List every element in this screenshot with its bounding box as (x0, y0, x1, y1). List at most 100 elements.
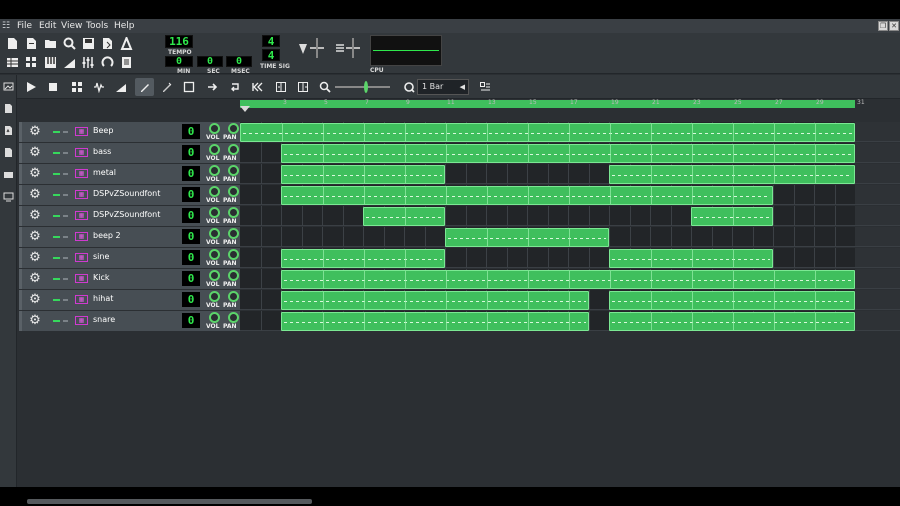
instrument-icon[interactable]: ▦ (75, 190, 88, 199)
track-header[interactable]: ⚙ ▦ Kick 0 VOL PAN (19, 269, 241, 289)
root-directory-icon[interactable] (3, 191, 14, 202)
pan-knob[interactable] (228, 123, 239, 134)
track-lane-empty[interactable] (855, 248, 900, 268)
solo-toggle[interactable] (63, 215, 68, 217)
timesig-denominator[interactable]: 4 (262, 49, 280, 61)
pan-knob[interactable] (228, 249, 239, 260)
pan-knob[interactable] (228, 291, 239, 302)
menu-edit[interactable]: Edit (39, 20, 56, 32)
export-project-icon[interactable] (99, 35, 116, 52)
save-project-icon[interactable] (80, 35, 97, 52)
solo-toggle[interactable] (63, 152, 68, 154)
track-lane-empty[interactable] (855, 227, 900, 247)
horizontal-scrollbar[interactable] (27, 499, 312, 504)
pan-knob[interactable] (228, 312, 239, 323)
gear-icon[interactable]: ⚙ (28, 293, 42, 307)
track-lane[interactable] (240, 290, 855, 310)
track-grip-handle[interactable] (19, 290, 22, 310)
pan-knob[interactable] (228, 207, 239, 218)
solo-toggle[interactable] (63, 194, 68, 196)
track-lane-empty[interactable] (855, 311, 900, 331)
controller-rack-icon[interactable] (99, 54, 116, 71)
track-name[interactable]: beep 2 (93, 231, 121, 240)
track-header[interactable]: ⚙ ▦ bass 0 VOL PAN (19, 143, 241, 163)
instrument-icon[interactable]: ▦ (75, 232, 88, 241)
pattern-clip[interactable] (281, 249, 445, 268)
volume-knob[interactable] (209, 249, 220, 260)
track-header[interactable]: ⚙ ▦ beep 2 0 VOL PAN (19, 227, 241, 247)
pattern-clip[interactable] (281, 291, 589, 310)
pattern-clip[interactable] (609, 249, 773, 268)
volume-knob[interactable] (209, 186, 220, 197)
track-grip-handle[interactable] (19, 143, 22, 163)
volume-knob[interactable] (209, 207, 220, 218)
new-from-template-icon[interactable] (23, 35, 40, 52)
snap-size-select[interactable]: 1 Bar ◀ (417, 79, 469, 95)
solo-toggle[interactable] (63, 320, 68, 322)
pattern-clip[interactable] (281, 186, 773, 205)
mute-toggle[interactable] (53, 194, 60, 196)
solo-toggle[interactable] (63, 173, 68, 175)
instrument-icon[interactable]: ▦ (75, 127, 88, 136)
gear-icon[interactable]: ⚙ (28, 209, 42, 223)
zoom-slider-knob[interactable] (364, 81, 368, 93)
mute-toggle[interactable] (53, 278, 60, 280)
gear-icon[interactable]: ⚙ (28, 230, 42, 244)
mute-toggle[interactable] (53, 131, 60, 133)
pattern-clip[interactable] (281, 312, 589, 331)
track-name[interactable]: Kick (93, 273, 110, 282)
gear-icon[interactable]: ⚙ (28, 314, 42, 328)
track-grip-handle[interactable] (19, 269, 22, 289)
track-lane[interactable] (240, 164, 855, 184)
mute-toggle[interactable] (53, 257, 60, 259)
track-header[interactable]: ⚙ ▦ hihat 0 VOL PAN (19, 290, 241, 310)
add-sample-track-button[interactable] (89, 78, 108, 96)
volume-knob[interactable] (209, 228, 220, 239)
add-automation-track-button[interactable] (111, 78, 130, 96)
track-grip-handle[interactable] (19, 311, 22, 331)
track-lane[interactable] (240, 269, 855, 289)
pattern-clip[interactable] (609, 291, 855, 310)
solo-toggle[interactable] (63, 278, 68, 280)
playhead-marker[interactable] (240, 106, 250, 112)
tempo-display[interactable]: 116 (165, 35, 193, 48)
pattern-clip[interactable] (691, 207, 773, 226)
edit-mode-button[interactable] (157, 78, 176, 96)
track-lane[interactable] (240, 248, 855, 268)
track-grip-handle[interactable] (19, 227, 22, 247)
volume-knob[interactable] (209, 144, 220, 155)
pattern-clip[interactable] (609, 165, 855, 184)
track-grip-handle[interactable] (19, 185, 22, 205)
pattern-clip[interactable] (609, 312, 855, 331)
instrument-icon[interactable]: ▦ (75, 274, 88, 283)
track-lane-empty[interactable] (855, 164, 900, 184)
timesig-numerator[interactable]: 4 (262, 35, 280, 47)
pattern-clip[interactable] (281, 144, 855, 163)
track-lane-empty[interactable] (855, 143, 900, 163)
pan-knob[interactable] (228, 186, 239, 197)
track-header[interactable]: ⚙ ▦ metal 0 VOL PAN (19, 164, 241, 184)
solo-toggle[interactable] (63, 131, 68, 133)
new-project-icon[interactable] (4, 35, 21, 52)
proportional-snap-button[interactable] (475, 78, 494, 96)
export-tracks-icon[interactable] (118, 35, 135, 52)
track-name[interactable]: sine (93, 252, 109, 261)
solo-toggle[interactable] (63, 299, 68, 301)
volume-knob[interactable] (209, 291, 220, 302)
track-name[interactable]: snare (93, 315, 115, 324)
solo-toggle[interactable] (63, 236, 68, 238)
track-header[interactable]: ⚙ ▦ Beep 0 VOL PAN (19, 122, 241, 142)
select-mode-button[interactable] (179, 78, 198, 96)
pan-knob[interactable] (228, 270, 239, 281)
restore-window-icon[interactable]: ❐ (878, 21, 888, 31)
song-editor-icon[interactable] (4, 54, 21, 71)
instrument-icon[interactable]: ▦ (75, 148, 88, 157)
track-lane[interactable] (240, 206, 855, 226)
pattern-clip[interactable] (363, 207, 445, 226)
track-lane-empty[interactable] (855, 122, 900, 142)
draw-mode-button[interactable] (135, 78, 154, 96)
solo-toggle[interactable] (63, 257, 68, 259)
instrument-icon[interactable]: ▦ (75, 295, 88, 304)
return-to-start-button[interactable] (247, 78, 266, 96)
gear-icon[interactable]: ⚙ (28, 251, 42, 265)
